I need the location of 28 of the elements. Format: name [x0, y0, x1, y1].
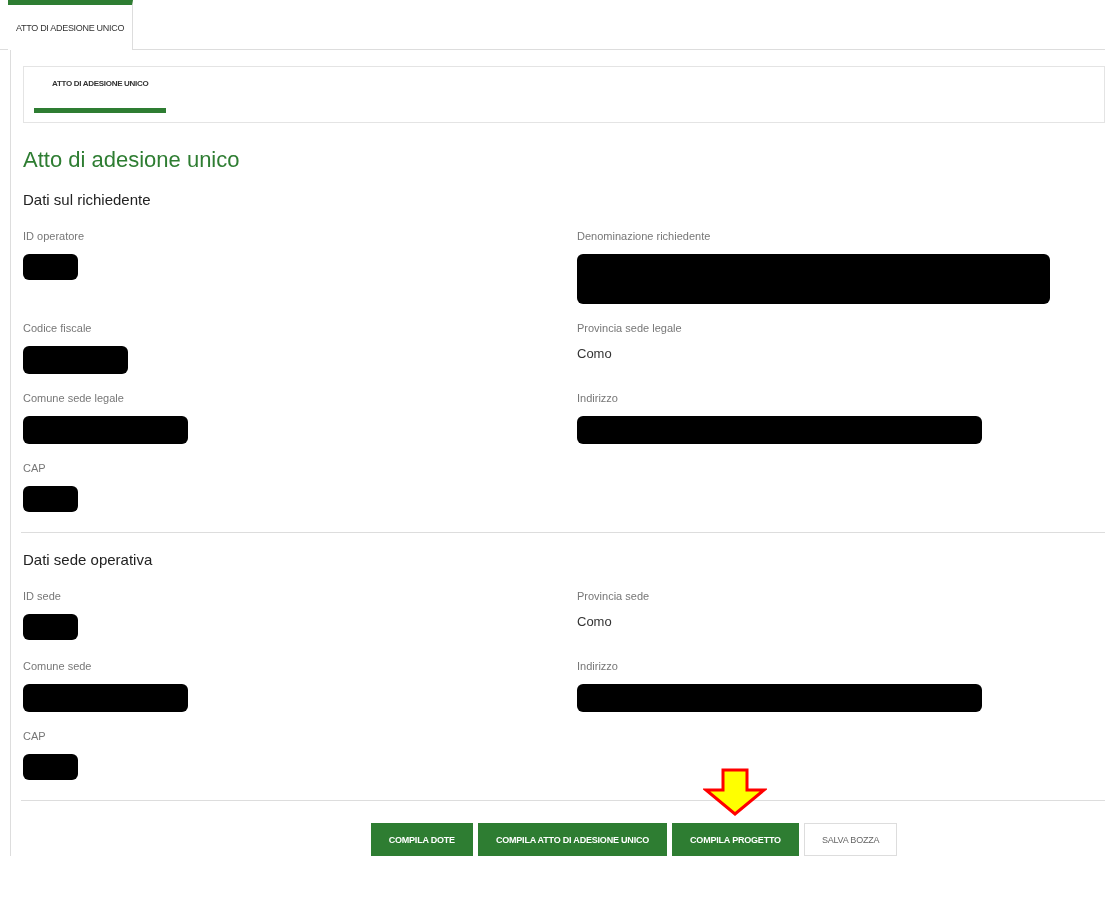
field-value: Como — [577, 346, 612, 361]
field-label: Codice fiscale — [23, 322, 92, 334]
redaction-bar — [23, 254, 78, 280]
field-label: Comune sede legale — [23, 392, 124, 404]
redaction-bar — [23, 754, 78, 780]
field-label: ID operatore — [23, 230, 85, 242]
page-title: Atto di adesione unico — [23, 147, 241, 173]
field-label: Denominazione richiedente — [577, 230, 711, 242]
arrow-icon — [703, 768, 768, 816]
redaction-bar — [23, 486, 78, 512]
action-button[interactable]: COMPILA DOTE — [370, 823, 473, 856]
field-label: CAP — [23, 462, 46, 474]
tab[interactable]: ATTO DI ADESIONE UNICO — [8, 0, 134, 50]
action-button[interactable]: COMPILA PROGETTO — [672, 823, 799, 856]
field-label: CAP — [23, 730, 46, 742]
field-label: Comune sede — [23, 660, 92, 672]
field-value: Como — [577, 614, 612, 629]
field-label: Indirizzo — [577, 660, 618, 672]
subtab[interactable]: ATTO DI ADESIONE UNICO — [34, 67, 167, 113]
section-title: Dati sul richiedente — [23, 191, 152, 208]
field-label: Provincia sede legale — [577, 322, 682, 334]
save-draft-button[interactable]: SALVA BOZZA — [803, 823, 898, 856]
redaction-bar — [23, 614, 78, 640]
section-title: Dati sede operativa — [23, 551, 154, 568]
field-label: Indirizzo — [577, 392, 618, 404]
field-label: Provincia sede — [577, 590, 650, 602]
field-label: ID sede — [23, 590, 61, 602]
action-button[interactable]: COMPILA ATTO DI ADESIONE UNICO — [477, 823, 668, 856]
